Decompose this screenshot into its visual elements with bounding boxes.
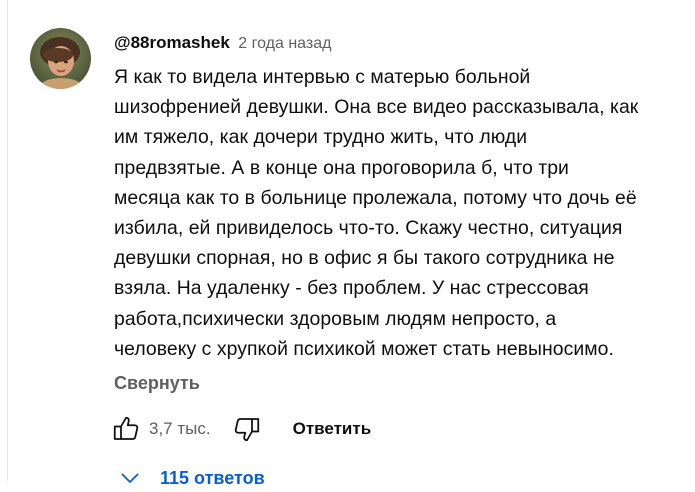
chevron-down-icon — [121, 473, 139, 484]
comment-text: Я как то видела интервью с матерью больн… — [114, 66, 639, 360]
comment-header: @88romashek 2 года назад — [114, 32, 331, 55]
thumbs-up-icon — [113, 416, 139, 440]
avatar[interactable] — [30, 28, 91, 89]
replies-count-label: 115 ответов — [160, 468, 265, 488]
collapse-button[interactable]: Свернуть — [114, 371, 200, 395]
like-count: 3,7 тыс. — [149, 419, 211, 438]
comment-thread: @88romashek 2 года назад Я как то видела… — [0, 0, 695, 488]
comment-actions: 3,7 тыс. Ответить — [110, 413, 371, 445]
author-name[interactable]: @88romashek — [114, 33, 230, 52]
like-button[interactable] — [110, 413, 142, 445]
avatar-image — [30, 28, 91, 89]
thumbs-down-icon — [234, 418, 259, 442]
view-replies-button[interactable]: 115 ответов — [118, 464, 265, 492]
reply-button[interactable]: Ответить — [293, 419, 372, 439]
dislike-button[interactable] — [231, 413, 263, 445]
comment-timestamp[interactable]: 2 года назад — [238, 35, 331, 52]
